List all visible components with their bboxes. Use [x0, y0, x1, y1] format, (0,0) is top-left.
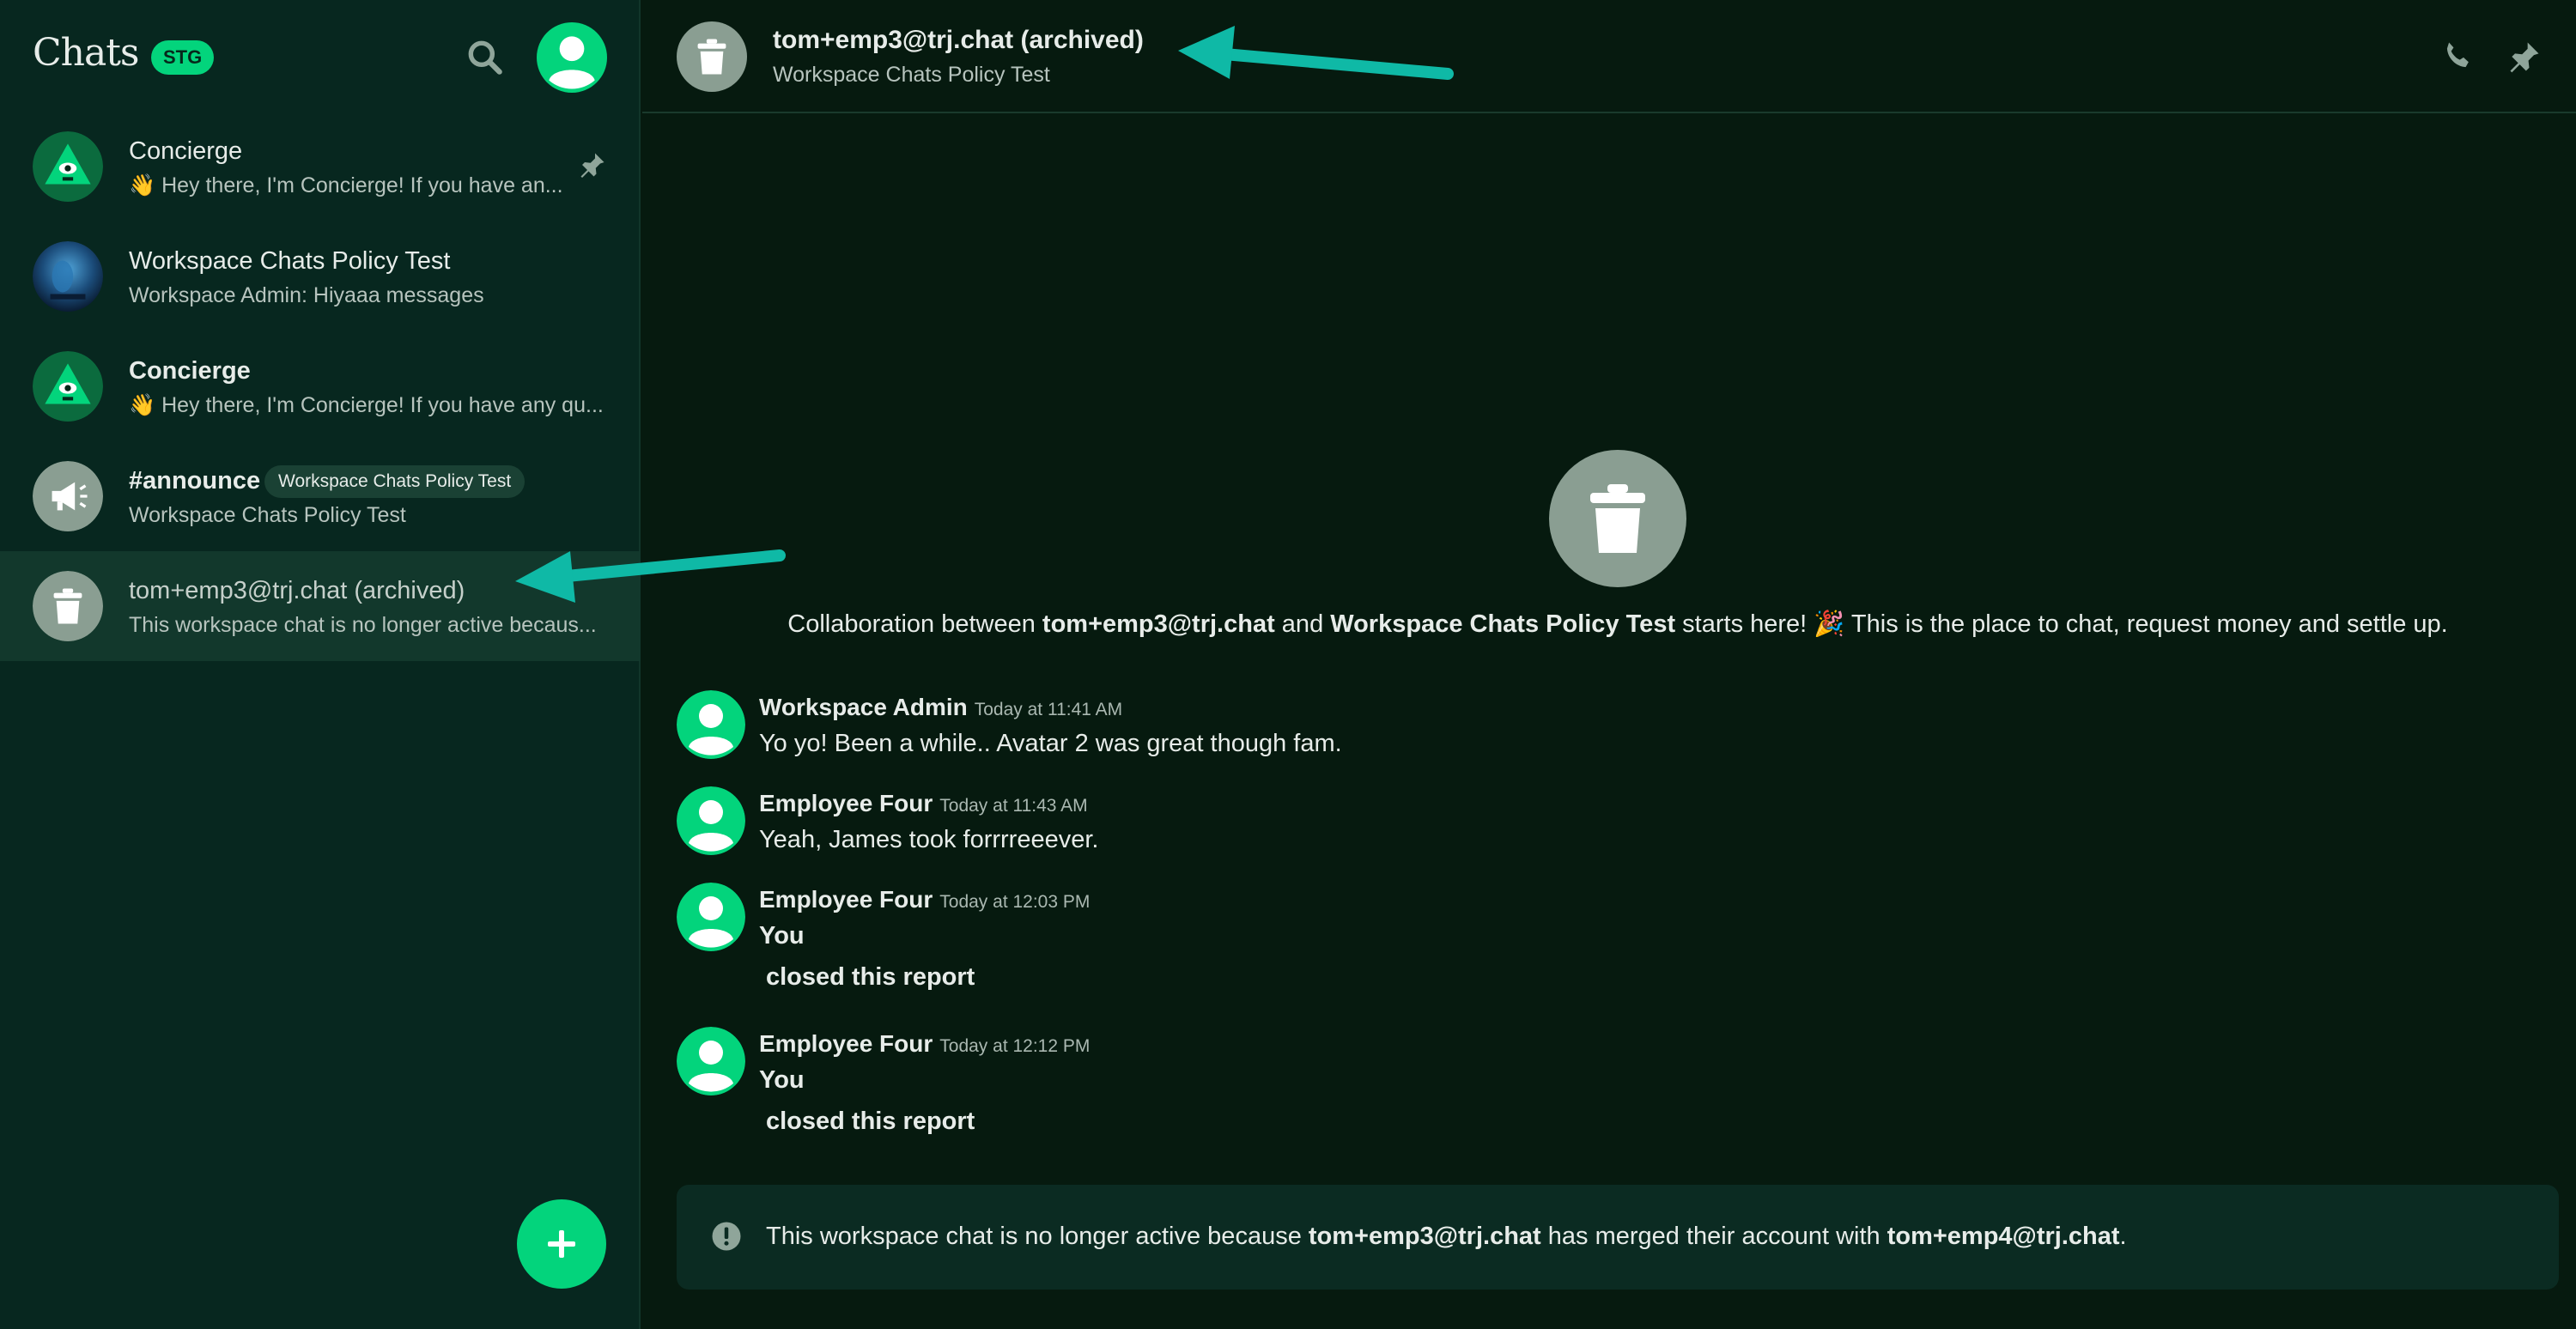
chat-title[interactable]: tom+emp3@trj.chat (archived)	[773, 26, 1144, 55]
workspace-avatar	[33, 241, 103, 312]
archived-notice-banner: This workspace chat is no longer active …	[677, 1185, 2559, 1290]
archived-notice-text: This workspace chat is no longer active …	[766, 1223, 2127, 1251]
user-avatar-icon	[537, 22, 607, 93]
author-name: Workspace Admin	[759, 694, 968, 720]
megaphone-icon	[33, 461, 103, 531]
search-icon	[468, 40, 502, 75]
notice-middle: has merged their account with	[1540, 1223, 1887, 1250]
user-avatar-icon[interactable]	[677, 883, 745, 951]
chat-item-concierge[interactable]: Concierge 👋 Hey there, I'm Concierge! If…	[0, 331, 641, 441]
my-avatar-button[interactable]	[537, 22, 607, 93]
concierge-icon	[33, 131, 103, 202]
message-text: Yeah, James took forrrreeever.	[759, 826, 1099, 853]
search-button[interactable]	[464, 36, 507, 79]
message-item: Workspace Admin Today at 11:41 AM Yo yo! …	[677, 690, 2480, 768]
message-author[interactable]: Employee Four Today at 12:12 PM	[759, 1030, 1090, 1058]
message-text: Yo yo! Been a while.. Avatar 2 was great…	[759, 730, 1342, 757]
chat-preview: Workspace Admin: Hiyaaa messages	[129, 283, 484, 307]
new-chat-button[interactable]	[517, 1199, 606, 1289]
message-text: You	[759, 1066, 805, 1094]
concierge-icon	[33, 351, 103, 422]
message-time: Today at 11:41 AM	[974, 700, 1123, 719]
chat-item-concierge-pinned[interactable]: Concierge 👋 Hey there, I'm Concierge! If…	[0, 112, 641, 222]
message-item: Employee Four Today at 12:12 PM You close…	[677, 1027, 2480, 1147]
app: Chats STG Concierge 👋 Hey there, I'm Con…	[0, 0, 2576, 1329]
chat-name: tom+emp3@trj.chat (archived)	[129, 577, 465, 604]
intro-user: tom+emp3@trj.chat	[1042, 610, 1275, 638]
chat-subtitle[interactable]: Workspace Chats Policy Test	[773, 63, 1050, 88]
trash-icon	[1549, 450, 1686, 587]
trash-icon[interactable]	[677, 21, 747, 92]
chat-item-workspace[interactable]: Workspace Chats Policy Test Workspace Ad…	[0, 222, 641, 331]
user-avatar-icon[interactable]	[677, 786, 745, 855]
chat-view: tom+emp3@trj.chat (archived) Workspace C…	[642, 0, 2576, 1329]
chat-header: tom+emp3@trj.chat (archived) Workspace C…	[642, 0, 2576, 113]
user-avatar-icon[interactable]	[677, 1027, 745, 1095]
message-text: You	[759, 922, 805, 950]
plus-icon	[548, 1230, 575, 1258]
message-author[interactable]: Employee Four Today at 11:43 AM	[759, 790, 1088, 817]
message-author[interactable]: Employee Four Today at 12:03 PM	[759, 886, 1090, 913]
sidebar-header: Chats STG	[0, 0, 641, 112]
chat-preview: This workspace chat is no longer active …	[129, 613, 597, 637]
chat-preview: 👋 Hey there, I'm Concierge! If you have …	[129, 173, 563, 197]
pin-icon	[2510, 42, 2539, 73]
call-button[interactable]	[2439, 38, 2476, 76]
author-name: Employee Four	[759, 1030, 933, 1057]
notice-new-account: tom+emp4@trj.chat	[1886, 1223, 2120, 1250]
message-item: Employee Four Today at 12:03 PM You close…	[677, 883, 2480, 1003]
phone-icon	[2446, 42, 2469, 68]
message-time: Today at 12:03 PM	[939, 892, 1091, 912]
chat-preview: Workspace Chats Policy Test	[129, 503, 406, 527]
sidebar: Chats STG Concierge 👋 Hey there, I'm Con…	[0, 0, 641, 1329]
pin-icon	[577, 149, 608, 180]
workspace-badge: Workspace Chats Policy Test	[264, 465, 526, 498]
message-author[interactable]: Workspace Admin Today at 11:41 AM	[759, 694, 1122, 721]
notice-suffix: .	[2119, 1223, 2127, 1250]
pin-button[interactable]	[2506, 38, 2543, 76]
author-name: Employee Four	[759, 886, 933, 913]
chat-name: Concierge	[129, 137, 243, 165]
chat-preview: 👋 Hey there, I'm Concierge! If you have …	[129, 393, 604, 417]
chat-name: Workspace Chats Policy Test	[129, 247, 451, 275]
intro-workspace: Workspace Chats Policy Test	[1330, 610, 1676, 638]
intro-prefix: Collaboration between	[787, 610, 1042, 638]
chat-item-archived[interactable]: tom+emp3@trj.chat (archived) This worksp…	[0, 551, 641, 661]
message-action-text: closed this report	[766, 963, 975, 991]
notice-old-account: tom+emp3@trj.chat	[1308, 1223, 1541, 1250]
chat-item-announce[interactable]: #announce Workspace Chats Policy Test Wo…	[0, 441, 641, 551]
chat-name: #announce	[129, 467, 261, 495]
env-badge: STG	[151, 40, 215, 75]
trash-icon	[33, 571, 103, 641]
sidebar-title: Chats	[33, 31, 139, 75]
chat-intro: Collaboration between tom+emp3@trj.chat …	[642, 610, 2576, 639]
message-time: Today at 12:12 PM	[939, 1036, 1091, 1056]
exclamation-icon	[711, 1221, 742, 1252]
message-time: Today at 11:43 AM	[939, 796, 1088, 816]
intro-suffix: starts here! 🎉 This is the place to chat…	[1675, 610, 2448, 638]
message-action-text: closed this report	[766, 1108, 975, 1135]
notice-prefix: This workspace chat is no longer active …	[766, 1223, 1309, 1250]
chat-name: Concierge	[129, 357, 251, 385]
user-avatar-icon[interactable]	[677, 690, 745, 759]
author-name: Employee Four	[759, 790, 933, 816]
intro-and: and	[1274, 610, 1331, 638]
message-item: Employee Four Today at 11:43 AM Yeah, Jam…	[677, 786, 2480, 864]
